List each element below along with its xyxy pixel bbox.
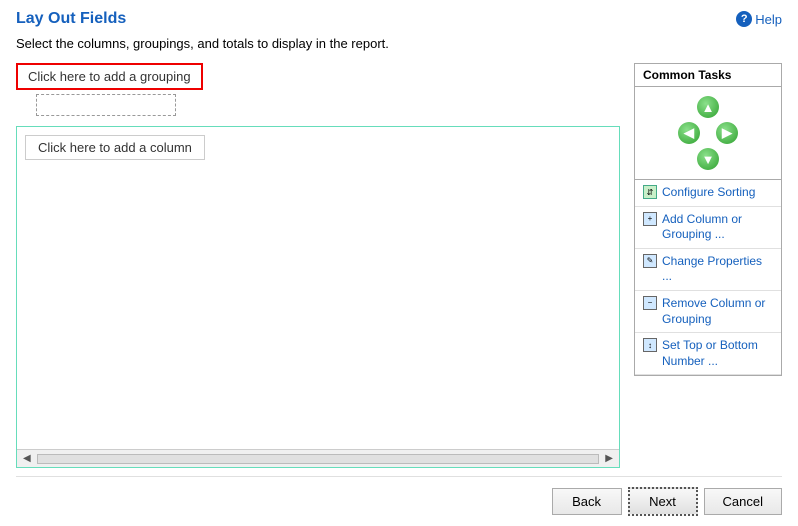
topbottom-icon: ↕ <box>643 338 657 352</box>
header: Lay Out Fields ? Help <box>16 10 782 28</box>
arrow-up-circle: ▲ <box>697 96 719 118</box>
right-panel: Common Tasks ▲ ◀ ▶ <box>634 63 782 468</box>
column-inner: Click here to add a column <box>17 127 619 449</box>
arrow-row-top: ▲ <box>696 95 720 119</box>
footer: Back Next Cancel <box>16 476 782 516</box>
next-button[interactable]: Next <box>628 487 698 516</box>
arrow-right-button[interactable]: ▶ <box>715 121 739 145</box>
grouping-placeholder <box>36 94 176 116</box>
arrow-pad: ▲ ◀ ▶ ▼ <box>635 87 781 179</box>
arrow-row-bottom: ▼ <box>696 147 720 171</box>
task-change-properties[interactable]: ✎ Change Properties ... <box>635 249 781 291</box>
scrollbar-area: ◀ ▶ <box>17 449 619 467</box>
scroll-right-arrow[interactable]: ▶ <box>601 453 617 464</box>
task-remove-column-label: Remove Column orGrouping <box>662 296 765 327</box>
task-set-topbottom-label: Set Top or BottomNumber ... <box>662 338 758 369</box>
scroll-track[interactable] <box>37 454 600 464</box>
common-tasks-title: Common Tasks <box>635 64 781 87</box>
scroll-left-arrow[interactable]: ◀ <box>19 453 35 464</box>
task-change-properties-label: Change Properties ... <box>662 254 773 285</box>
arrow-right-circle: ▶ <box>716 122 738 144</box>
add-col-icon: + <box>643 212 657 226</box>
cancel-button[interactable]: Cancel <box>704 488 782 515</box>
back-button[interactable]: Back <box>552 488 622 515</box>
main-panel: Click here to add a grouping Click here … <box>16 63 620 468</box>
add-grouping-button[interactable]: Click here to add a grouping <box>16 63 203 90</box>
remove-col-icon: − <box>643 296 657 310</box>
arrow-down-button[interactable]: ▼ <box>696 147 720 171</box>
help-link[interactable]: ? Help <box>736 11 782 27</box>
help-label: Help <box>755 12 782 27</box>
sort-icon: ⇵ <box>643 185 657 199</box>
arrow-row-middle: ◀ ▶ <box>677 121 739 145</box>
task-remove-column[interactable]: − Remove Column orGrouping <box>635 291 781 333</box>
grouping-area: Click here to add a grouping <box>16 63 620 116</box>
column-area: Click here to add a column ◀ ▶ <box>16 126 620 468</box>
add-column-button[interactable]: Click here to add a column <box>25 135 205 160</box>
task-add-column[interactable]: + Add Column orGrouping ... <box>635 207 781 249</box>
content-area: Click here to add a grouping Click here … <box>16 63 782 468</box>
task-add-column-label: Add Column orGrouping ... <box>662 212 742 243</box>
task-set-topbottom[interactable]: ↕ Set Top or BottomNumber ... <box>635 333 781 375</box>
change-prop-icon: ✎ <box>643 254 657 268</box>
arrow-up-button[interactable]: ▲ <box>696 95 720 119</box>
common-tasks-box: Common Tasks ▲ ◀ ▶ <box>634 63 782 376</box>
subtitle: Select the columns, groupings, and total… <box>16 36 782 51</box>
task-configure-sorting-label: Configure Sorting <box>662 185 755 201</box>
help-icon: ? <box>736 11 752 27</box>
arrow-down-circle: ▼ <box>697 148 719 170</box>
task-configure-sorting[interactable]: ⇵ Configure Sorting <box>635 180 781 207</box>
arrow-left-button[interactable]: ◀ <box>677 121 701 145</box>
page-title: Lay Out Fields <box>16 10 126 28</box>
arrow-left-circle: ◀ <box>678 122 700 144</box>
